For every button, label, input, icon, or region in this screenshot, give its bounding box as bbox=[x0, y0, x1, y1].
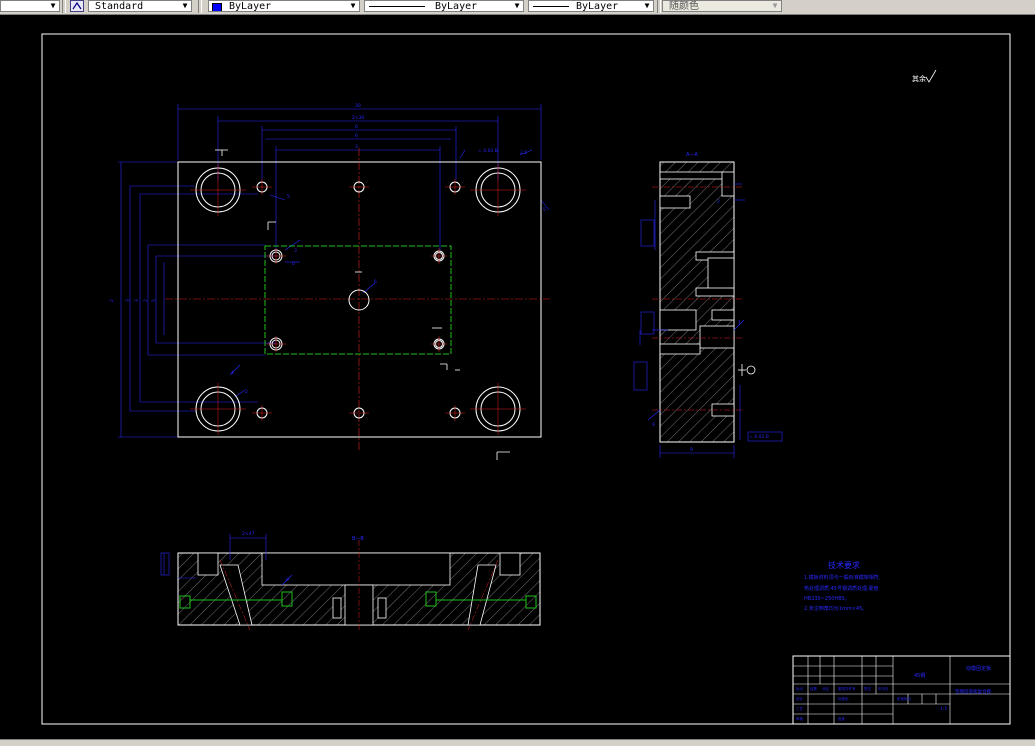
color-control-select[interactable]: ByLayer ▼ bbox=[208, 0, 360, 12]
svg-text:1: 1 bbox=[738, 320, 741, 326]
plan-view: 302×306 63 ⊥ 0.02 B 2.5 5 530 6 42 2 3 3… bbox=[109, 103, 550, 460]
screw-holes bbox=[256, 181, 461, 419]
section-aa-label: A—A bbox=[686, 152, 698, 158]
svg-text:阶段标记: 阶段标记 bbox=[897, 696, 911, 701]
dimension-texts: 302×306 63 ⊥ 0.02 B 2.5 5 530 6 42 2 3 3… bbox=[109, 103, 546, 395]
plate-outline bbox=[177, 161, 542, 438]
section-bb-label: B—B bbox=[352, 536, 364, 542]
section-cut-marks bbox=[215, 149, 510, 460]
surface-note-text: 其余 bbox=[912, 74, 926, 83]
datum-b-marker bbox=[738, 364, 756, 376]
svg-text:6: 6 bbox=[374, 279, 377, 285]
properties-toolbar: ▼ Standard ▼ ByLayer ▼ ByLayer ▼ ByLayer… bbox=[0, 0, 1035, 15]
linetype-preview-icon bbox=[369, 6, 425, 7]
svg-text:2: 2 bbox=[717, 199, 720, 205]
dropdown-arrow-icon: ▼ bbox=[350, 1, 356, 10]
previous-combo-edge[interactable]: ▼ bbox=[0, 0, 60, 12]
toolbar-separator bbox=[62, 0, 66, 13]
drawing-canvas[interactable]: 其余 302×306 63 ⊥ 0.02 B 2.5 5 530 6 42 2 … bbox=[0, 15, 1035, 739]
svg-text:标记: 标记 bbox=[796, 686, 804, 691]
svg-text:5: 5 bbox=[543, 207, 546, 213]
toolbar-separator bbox=[198, 0, 202, 13]
svg-text:分区: 分区 bbox=[822, 686, 830, 691]
lineweight-control-select[interactable]: ByLayer ▼ bbox=[528, 0, 654, 12]
section-view-aa: A—A 92 1⊥ 0.02 B 9 bbox=[633, 152, 783, 458]
material-text: 45钢 bbox=[914, 672, 925, 679]
svg-text:2: 2 bbox=[245, 389, 248, 395]
dropdown-arrow-icon: ▼ bbox=[50, 1, 56, 10]
svg-text:2: 2 bbox=[143, 299, 149, 302]
svg-text:批准: 批准 bbox=[838, 716, 846, 721]
svg-text:2×30: 2×30 bbox=[352, 115, 364, 121]
svg-text:⊥ 0.02 B: ⊥ 0.02 B bbox=[749, 434, 769, 440]
dropdown-arrow-icon: ▼ bbox=[514, 1, 520, 10]
svg-text:30: 30 bbox=[355, 103, 361, 109]
svg-text:2: 2 bbox=[109, 299, 115, 302]
text-style-select[interactable]: Standard ▼ bbox=[88, 0, 192, 12]
svg-text:6: 6 bbox=[355, 133, 358, 139]
surface-roughness-note: 其余 bbox=[912, 69, 937, 83]
svg-text:设计: 设计 bbox=[796, 696, 804, 701]
title-block: 45钢 动模固定板 垫圈后座板复合模 1:1 标记 处数 分区 更改文件号 签名 年月日… bbox=[792, 655, 1011, 725]
svg-text:8: 8 bbox=[286, 577, 289, 583]
svg-text:3: 3 bbox=[294, 248, 297, 254]
svg-text:签名: 签名 bbox=[864, 686, 871, 691]
svg-text:6: 6 bbox=[355, 124, 358, 130]
svg-text:4: 4 bbox=[231, 370, 234, 376]
tech-title: 技术要求 bbox=[828, 560, 860, 570]
plot-style-select[interactable]: 随颜色 ▼ bbox=[662, 0, 782, 12]
svg-text:2.5: 2.5 bbox=[520, 150, 527, 156]
lineweight-value: ByLayer bbox=[576, 1, 619, 12]
linetype-control-select[interactable]: ByLayer ▼ bbox=[364, 0, 524, 12]
svg-text:3: 3 bbox=[125, 299, 131, 302]
svg-text:3: 3 bbox=[355, 144, 358, 150]
svg-text:审核: 审核 bbox=[796, 716, 804, 721]
tech-line-2: 热处理调质,45号钢调质处理,硬度 bbox=[804, 585, 879, 592]
svg-text:5: 5 bbox=[287, 194, 290, 200]
center-lines bbox=[165, 148, 550, 450]
linetype-value: ByLayer bbox=[435, 1, 478, 12]
section-view-bb: B—B 2×478 bbox=[160, 531, 541, 631]
dropdown-arrow-icon: ▼ bbox=[182, 1, 188, 10]
text-style-value: Standard bbox=[95, 1, 144, 12]
svg-text:5: 5 bbox=[151, 299, 157, 302]
dropdown-arrow-icon: ▼ bbox=[644, 1, 650, 10]
svg-text:9: 9 bbox=[690, 447, 693, 453]
plot-style-value: 随颜色 bbox=[669, 1, 699, 12]
toolbar-separator bbox=[657, 0, 661, 13]
tech-line-4: 2.未注倒角均为1mm×45。 bbox=[804, 605, 867, 612]
svg-text:3: 3 bbox=[134, 299, 140, 302]
svg-text:标准化: 标准化 bbox=[838, 696, 849, 701]
part-name-text: 动模固定板 bbox=[966, 665, 991, 672]
text-style-icon[interactable] bbox=[70, 0, 84, 12]
drawing-number-text: 垫圈后座板复合模 bbox=[955, 688, 991, 695]
technical-requirements: 技术要求 1.模板材料须与一般标准模架相符, 热处理调质,45号钢调质处理,硬度… bbox=[804, 560, 881, 612]
color-swatch-icon bbox=[212, 3, 222, 11]
svg-text:处数: 处数 bbox=[810, 686, 818, 691]
scale-text: 1:1 bbox=[940, 706, 947, 712]
svg-text:更改文件号: 更改文件号 bbox=[838, 686, 856, 691]
tech-line-3: HB230~250HBS。 bbox=[804, 596, 850, 602]
svg-text:9: 9 bbox=[652, 422, 655, 428]
svg-text:⊥ 0.02 B: ⊥ 0.02 B bbox=[478, 148, 498, 154]
svg-text:0: 0 bbox=[292, 261, 295, 267]
svg-text:工艺: 工艺 bbox=[796, 706, 804, 711]
svg-text:年月日: 年月日 bbox=[878, 686, 889, 691]
svg-text:2×47: 2×47 bbox=[242, 531, 254, 537]
hole-center-marks bbox=[190, 164, 526, 435]
tech-line-1: 1.模板材料须与一般标准模架相符, bbox=[804, 574, 881, 581]
color-value: ByLayer bbox=[229, 1, 272, 12]
dropdown-arrow-icon: ▼ bbox=[772, 1, 778, 10]
lineweight-preview-icon bbox=[533, 6, 569, 7]
